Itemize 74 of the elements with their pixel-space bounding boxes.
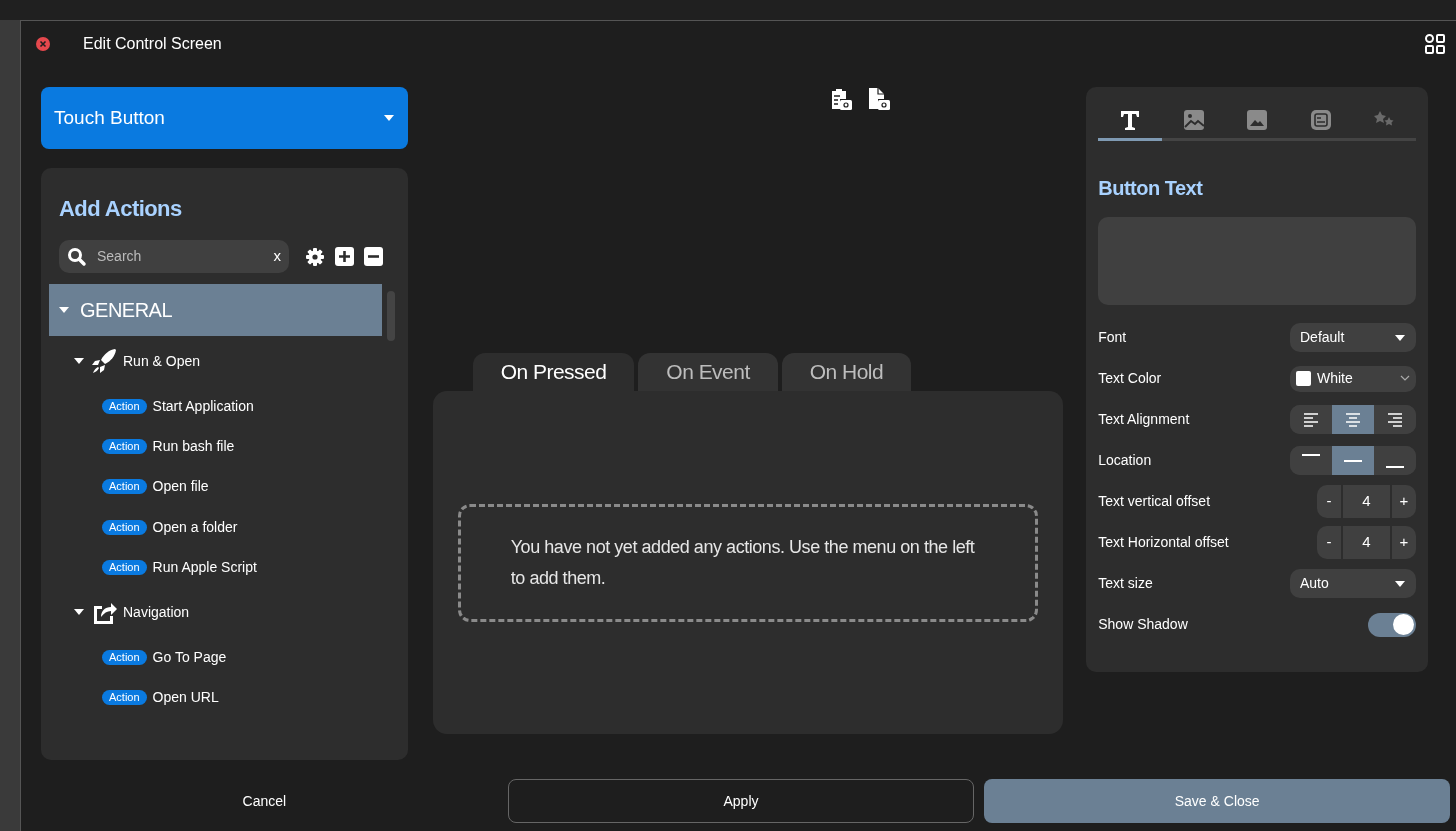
action-badge: Action <box>102 559 147 575</box>
panel-icon <box>1308 107 1333 132</box>
line-icon <box>1386 465 1405 468</box>
category-label: GENERAL <box>80 298 173 323</box>
action-badge: Action <box>102 438 147 454</box>
cancel-button[interactable]: Cancel <box>21 779 508 823</box>
event-tab[interactable]: On Event <box>638 353 778 391</box>
category-row[interactable]: GENERAL <box>49 284 382 336</box>
caret-icon <box>382 114 395 122</box>
search-field[interactable]: Search x <box>59 240 289 273</box>
event-tab[interactable]: On Pressed <box>472 353 635 391</box>
align-icon <box>1345 411 1361 428</box>
minus-icon[interactable] <box>364 247 383 266</box>
empty-message: You have not yet added any actions. Use the menu on the left to add them. <box>510 536 975 590</box>
action-item[interactable]: Run bash file <box>152 435 235 457</box>
dropdown[interactable]: Default <box>1290 323 1416 352</box>
property-label: Text vertical offset <box>1098 492 1211 511</box>
caret-icon <box>1394 333 1406 342</box>
property-label: Show Shadow <box>1098 615 1188 634</box>
file-camera-icon[interactable] <box>867 87 890 111</box>
clear-button[interactable]: x <box>273 245 281 268</box>
search-icon <box>67 246 87 267</box>
caret-icon <box>58 306 70 314</box>
event-tab[interactable]: On Hold <box>781 353 912 391</box>
stepper-value: 4 <box>1341 485 1392 518</box>
stepper-value: 4 <box>1341 526 1392 559</box>
toggle-switch[interactable] <box>1368 612 1416 637</box>
minus-button[interactable]: - <box>1317 485 1341 518</box>
line-icon <box>1344 459 1362 462</box>
apply-button[interactable]: Apply <box>507 779 975 823</box>
close-icon[interactable] <box>35 36 51 52</box>
settings-icon[interactable] <box>305 246 325 267</box>
action-item[interactable]: Open URL <box>152 687 219 709</box>
action-item[interactable]: Go To Page <box>152 647 227 669</box>
plus-button[interactable]: + <box>1392 526 1416 559</box>
window-title: Edit Control Screen <box>83 34 222 54</box>
action-item[interactable]: Open file <box>152 476 209 498</box>
action-item[interactable]: Open a folder <box>152 516 238 538</box>
action-badge: Action <box>102 650 147 666</box>
rocket-icon <box>91 348 117 374</box>
color-dropdown[interactable]: White <box>1290 365 1416 392</box>
stepper[interactable]: - 4 + <box>1317 526 1416 559</box>
property-label: Text Alignment <box>1098 410 1190 429</box>
property-label: Font <box>1098 328 1127 347</box>
grid-icon[interactable] <box>1424 33 1446 55</box>
align-icon <box>1387 411 1404 428</box>
line-icon <box>1301 453 1320 456</box>
action-badge: Action <box>102 398 147 414</box>
group-label[interactable]: Run & Open <box>123 350 201 372</box>
property-label: Text Color <box>1098 369 1162 388</box>
control-type-dropdown[interactable]: Touch Button <box>41 87 408 149</box>
panel-heading: Add Actions <box>59 195 182 223</box>
action-item[interactable]: Run Apple Script <box>152 556 257 578</box>
stepper[interactable]: - 4 + <box>1317 485 1416 518</box>
minus-button[interactable]: - <box>1317 526 1341 559</box>
caret-icon <box>1394 579 1406 588</box>
property-label: Text size <box>1098 574 1153 593</box>
align-icon <box>1302 411 1319 428</box>
save-button[interactable]: Save & Close <box>984 779 1450 823</box>
action-badge: Action <box>102 519 147 535</box>
property-label: Location <box>1098 451 1152 470</box>
image-icon <box>1181 107 1206 132</box>
plus-button[interactable]: + <box>1392 485 1416 518</box>
action-badge: Action <box>102 690 147 706</box>
clipboard-camera-icon[interactable] <box>829 87 852 111</box>
property-label: Text Horizontal offset <box>1098 533 1229 552</box>
action-badge: Action <box>102 479 147 495</box>
landscape-icon <box>1245 107 1270 132</box>
group-label[interactable]: Navigation <box>123 602 190 623</box>
chevron-icon <box>1400 375 1410 382</box>
dropdown[interactable]: Auto <box>1290 569 1416 598</box>
action-item[interactable]: Start Application <box>152 395 254 417</box>
section-heading: Button Text <box>1098 176 1204 201</box>
plus-icon[interactable] <box>335 247 354 266</box>
